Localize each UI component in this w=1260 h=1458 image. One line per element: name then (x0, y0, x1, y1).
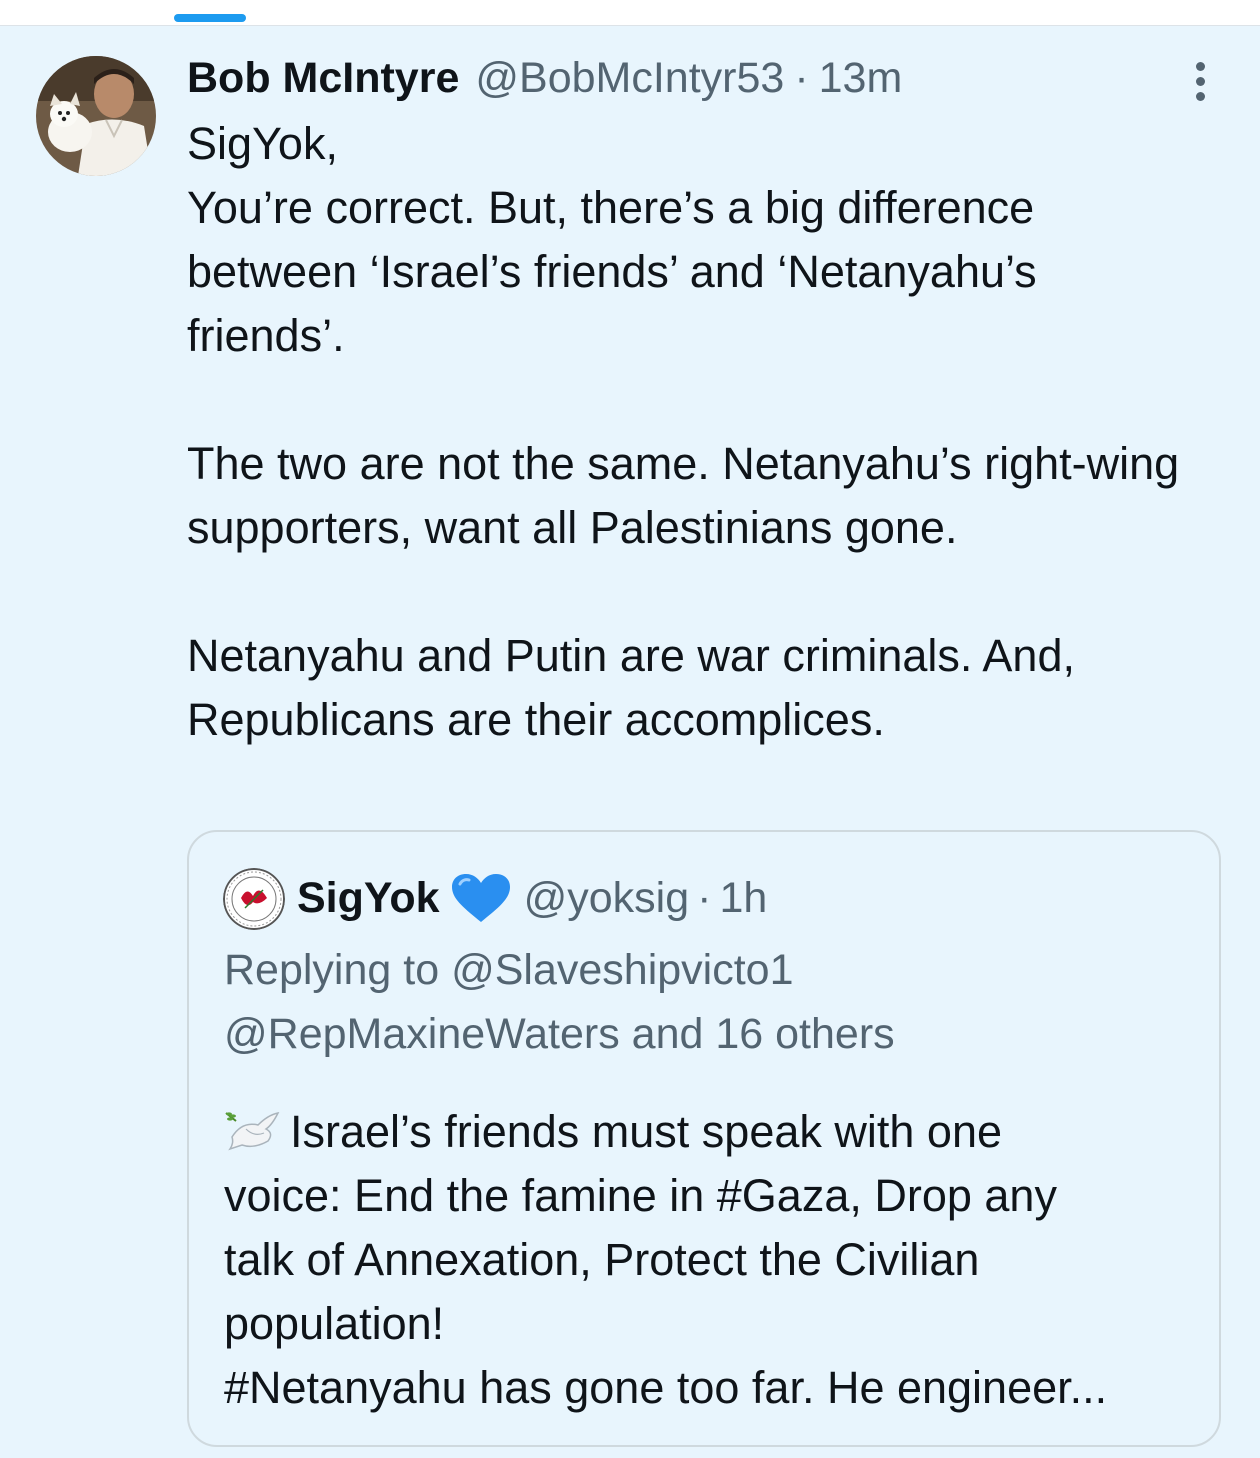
author-handle[interactable]: @BobMcIntyr53 (475, 54, 784, 103)
active-tab-indicator (174, 14, 246, 22)
more-vertical-icon (1195, 61, 1205, 71)
quoted-tweet-card[interactable]: SigYok @yoksig · 1h Replying to @Slavesh… (187, 830, 1221, 1447)
blue-heart-icon (451, 874, 510, 922)
quoted-text-line: Israel’s friends must speak with one (224, 1100, 1199, 1164)
author-avatar[interactable] (36, 56, 156, 176)
more-options-button[interactable] (1178, 56, 1222, 106)
quoted-header-separator: · (697, 873, 712, 922)
tweet-paragraph: SigYok, You’re correct. But, there’s a b… (187, 118, 1037, 361)
quoted-text-line: population! (224, 1298, 445, 1349)
replying-to-line: Replying to @Slaveshipvicto1 (224, 946, 794, 994)
quoted-author-handle[interactable]: @yoksig (524, 874, 690, 923)
quoted-text-line: #Netanyahu has gone too far. He engineer… (224, 1362, 1108, 1413)
quoted-author-name[interactable]: SigYok (297, 874, 440, 923)
top-strip (0, 0, 1260, 26)
quoted-text-line: voice: End the famine in #Gaza, Drop any (224, 1170, 1057, 1221)
quoted-tweet-timestamp[interactable]: 1h (719, 874, 767, 923)
tweet-text: SigYok, You’re correct. But, there’s a b… (187, 112, 1187, 752)
quoted-tweet-text: Israel’s friends must speak with one voi… (224, 1100, 1199, 1420)
tweet-timestamp[interactable]: 13m (819, 54, 903, 103)
quoted-tweet-header: SigYok @yoksig · 1h (297, 870, 767, 926)
author-name[interactable]: Bob McIntyre (187, 54, 459, 103)
replying-to: Replying to @Slaveshipvicto1 @RepMaxineW… (224, 938, 1184, 1066)
dove-of-peace-icon (225, 1111, 280, 1151)
tweet-paragraph: The two are not the same. Netanyahu’s ri… (187, 438, 1180, 553)
tweet-paragraph: Netanyahu and Putin are war criminals. A… (187, 630, 1075, 745)
quoted-text-line: talk of Annexation, Protect the Civilian (224, 1234, 980, 1285)
tweet-header: Bob McIntyre @BobMcIntyr53 · 13m (187, 52, 902, 104)
replying-to-line: @RepMaxineWaters and 16 others (224, 1010, 895, 1058)
tweet-container[interactable]: Bob McIntyre @BobMcIntyr53 · 13m SigYok,… (0, 26, 1260, 1458)
header-separator: · (794, 53, 809, 102)
quoted-author-avatar[interactable] (223, 868, 285, 930)
